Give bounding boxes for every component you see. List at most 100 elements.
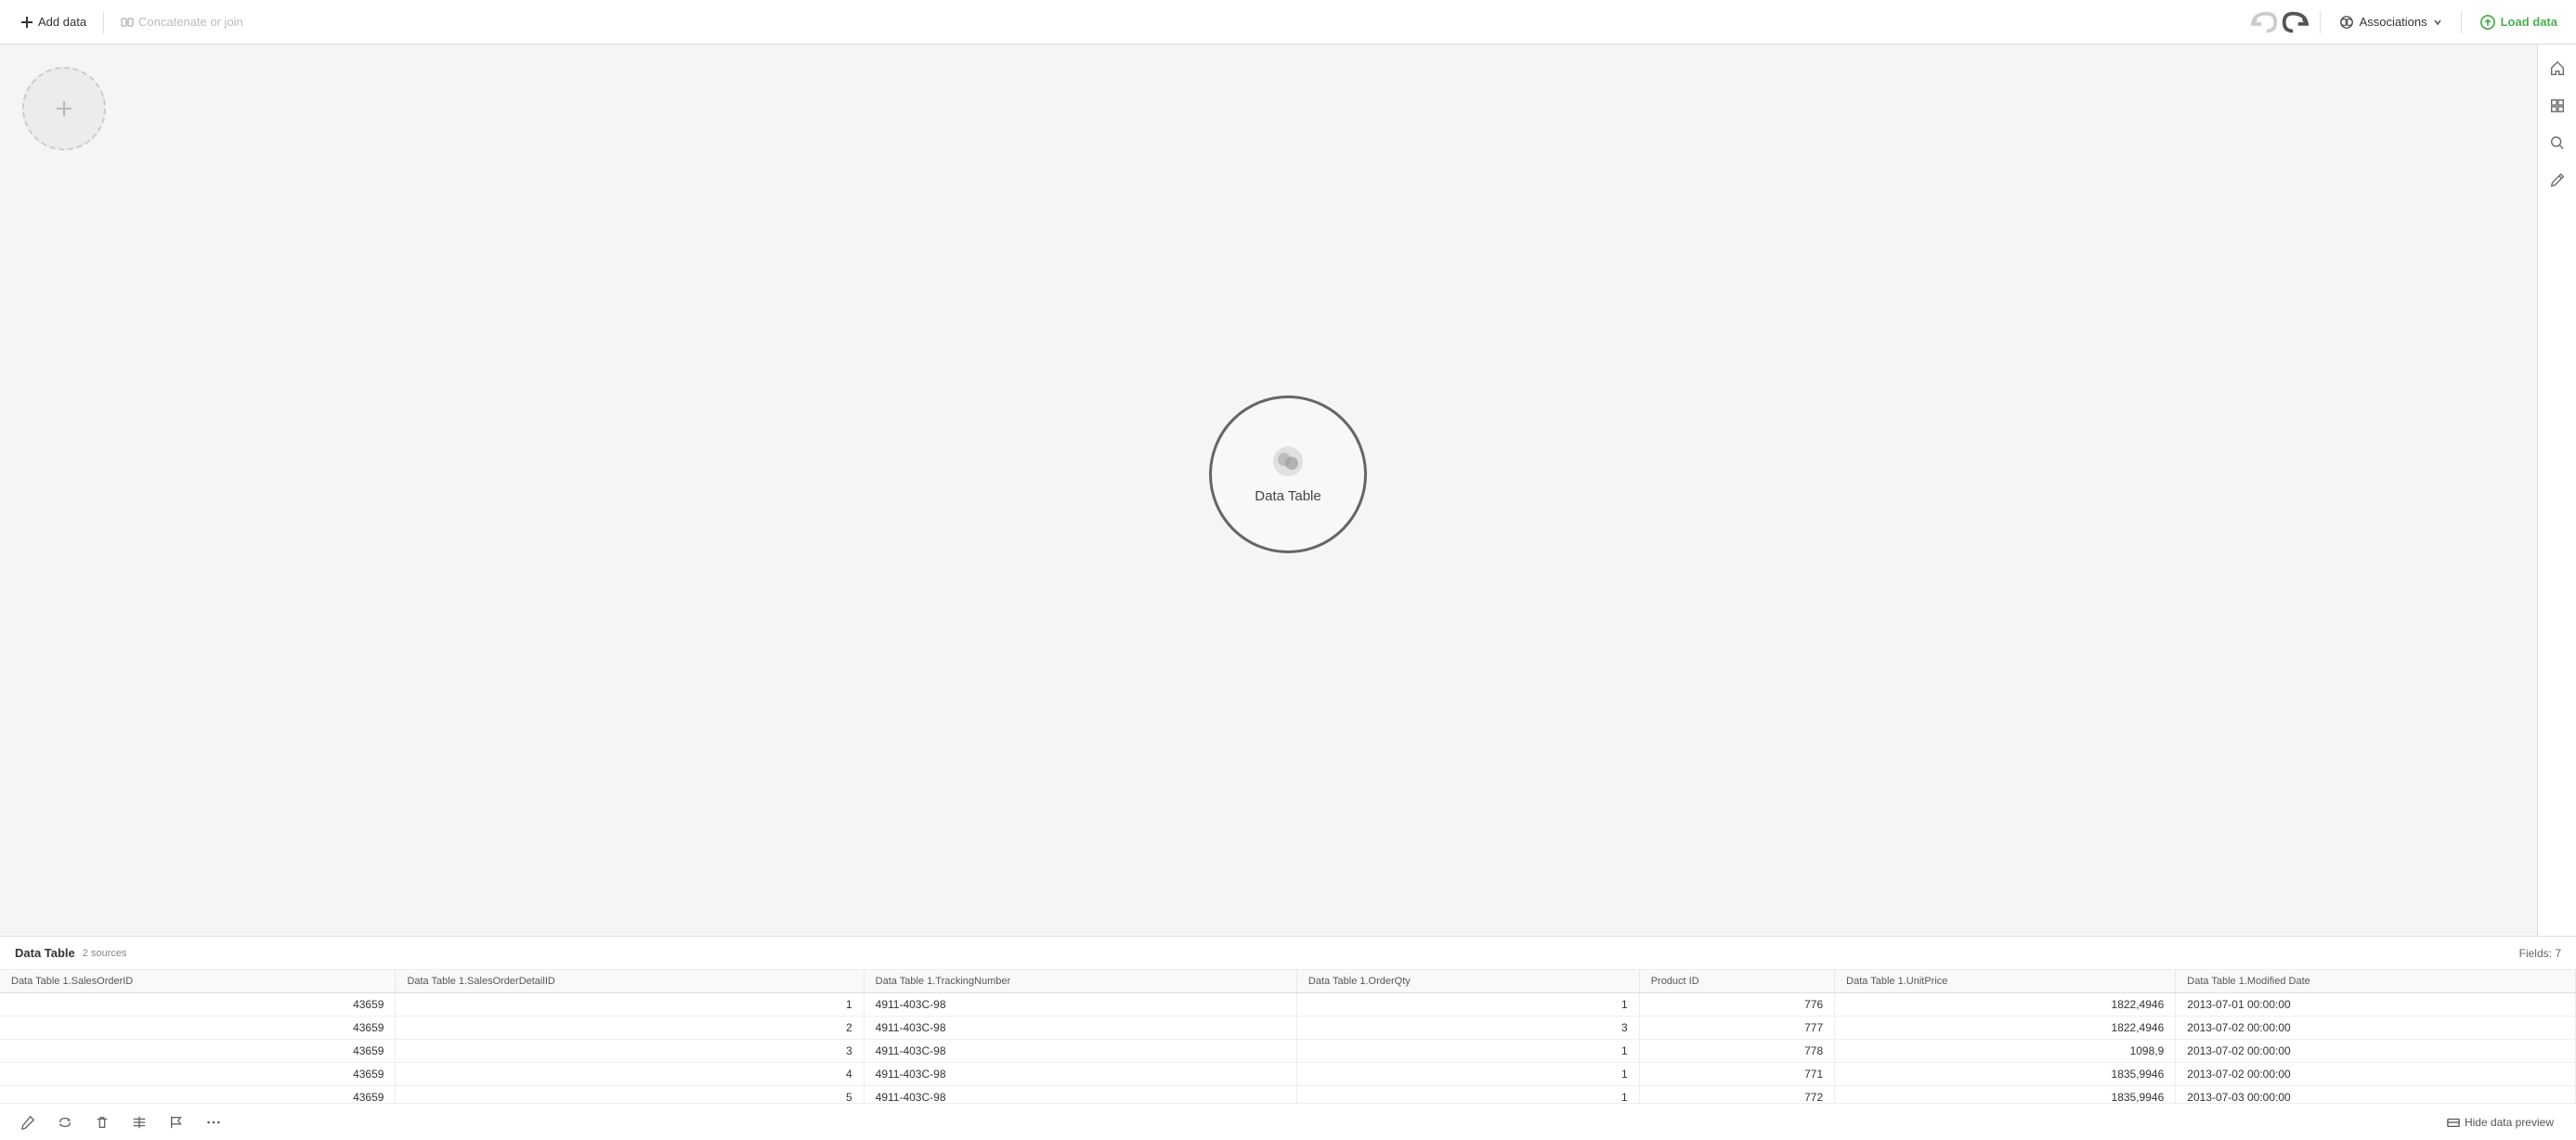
table-cell: 2013-07-01 00:00:00 <box>2176 993 2576 1017</box>
edit-tool-button[interactable] <box>15 1109 41 1135</box>
right-sidebar <box>2537 45 2576 936</box>
table-cell: 1 <box>1296 1063 1639 1086</box>
concatenate-button[interactable]: Concatenate or join <box>111 10 253 33</box>
add-data-button[interactable]: Add data <box>11 10 96 33</box>
table-cell: 2013-07-02 00:00:00 <box>2176 1017 2576 1040</box>
split-tool-button[interactable] <box>126 1109 152 1135</box>
plus-icon <box>20 16 33 29</box>
associations-label: Associations <box>2360 15 2427 29</box>
hide-preview-label: Hide data preview <box>2465 1116 2554 1129</box>
hide-preview-button[interactable]: Hide data preview <box>2439 1112 2561 1133</box>
home-sidebar-button[interactable] <box>2543 54 2572 84</box>
table-cell: 1 <box>1296 1086 1639 1104</box>
load-data-button[interactable]: Load data <box>2473 10 2565 34</box>
table-cell: 4 <box>396 1063 864 1086</box>
bottom-panel: Data Table 2 sources Fields: 7 Data Tabl… <box>0 936 2576 1140</box>
table-cell: 1822,4946 <box>1835 1017 2176 1040</box>
bottom-toolbar: Hide data preview <box>0 1103 2576 1140</box>
table-cell: 43659 <box>0 1086 396 1104</box>
load-data-label: Load data <box>2501 15 2557 29</box>
table-cell: 4911-403C-98 <box>864 993 1296 1017</box>
table-column-header: Data Table 1.SalesOrderDetailID <box>396 970 864 993</box>
flag-icon <box>169 1115 184 1130</box>
table-body: 4365914911-403C-9817761822,49462013-07-0… <box>0 993 2576 1104</box>
data-table-node-icon <box>1271 445 1305 478</box>
associations-icon <box>2339 15 2354 30</box>
grid-sidebar-button[interactable] <box>2543 91 2572 121</box>
table-row: 4365954911-403C-9817721835,99462013-07-0… <box>0 1086 2576 1104</box>
undo-redo-group <box>2251 8 2309 36</box>
table-cell: 43659 <box>0 1040 396 1063</box>
table-cell: 777 <box>1639 1017 1834 1040</box>
delete-tool-button[interactable] <box>89 1109 115 1135</box>
flag-tool-button[interactable] <box>163 1109 189 1135</box>
table-cell: 1835,9946 <box>1835 1063 2176 1086</box>
sources-badge: 2 sources <box>83 948 127 959</box>
more-tool-button[interactable] <box>201 1109 227 1135</box>
table-cell: 1 <box>1296 993 1639 1017</box>
more-icon <box>206 1115 221 1130</box>
undo-button[interactable] <box>2251 8 2279 36</box>
table-column-header: Data Table 1.TrackingNumber <box>864 970 1296 993</box>
table-cell: 5 <box>396 1086 864 1104</box>
table-cell: 2 <box>396 1017 864 1040</box>
table-cell: 43659 <box>0 1017 396 1040</box>
refresh-tool-button[interactable] <box>52 1109 78 1135</box>
top-toolbar: Add data Concatenate or join <box>0 0 2576 45</box>
grid-icon <box>2549 97 2566 114</box>
table-header-row: Data Table 1.SalesOrderIDData Table 1.Sa… <box>0 970 2576 993</box>
data-table-node[interactable]: Data Table <box>1209 395 1367 553</box>
add-data-label: Add data <box>38 15 86 29</box>
table-cell: 1822,4946 <box>1835 993 2176 1017</box>
redo-button[interactable] <box>2281 8 2309 36</box>
table-cell: 1098,9 <box>1835 1040 2176 1063</box>
table-column-header: Data Table 1.OrderQty <box>1296 970 1639 993</box>
add-circle-plus-icon <box>51 96 77 122</box>
table-cell: 43659 <box>0 993 396 1017</box>
bottom-panel-header: Data Table 2 sources Fields: 7 <box>0 937 2576 970</box>
table-cell: 778 <box>1639 1040 1834 1063</box>
table-cell: 771 <box>1639 1063 1834 1086</box>
table-cell: 2013-07-03 00:00:00 <box>2176 1086 2576 1104</box>
table-column-header: Product ID <box>1639 970 1834 993</box>
canvas-area: Data Table <box>0 45 2576 936</box>
associations-chevron-icon <box>2433 18 2442 27</box>
search-sidebar-button[interactable] <box>2543 128 2572 158</box>
hide-preview-icon <box>2447 1116 2460 1129</box>
bottom-toolbar-left <box>15 1109 227 1135</box>
pen-icon <box>2549 172 2566 188</box>
table-cell: 1835,9946 <box>1835 1086 2176 1104</box>
trash-icon <box>95 1115 110 1130</box>
table-cell: 43659 <box>0 1063 396 1086</box>
toolbar-divider <box>103 11 104 33</box>
fields-count: Fields: 7 <box>2519 947 2561 960</box>
associations-button[interactable]: Associations <box>2332 10 2450 34</box>
toolbar-divider-3 <box>2461 11 2462 33</box>
data-table-icon <box>1271 445 1305 483</box>
concatenate-label: Concatenate or join <box>138 15 243 29</box>
table-cell: 4911-403C-98 <box>864 1063 1296 1086</box>
table-row: 4365944911-403C-9817711835,99462013-07-0… <box>0 1063 2576 1086</box>
toolbar-left: Add data Concatenate or join <box>11 10 253 33</box>
undo-icon <box>2251 8 2279 36</box>
bottom-panel-title-group: Data Table 2 sources <box>15 946 126 960</box>
home-icon <box>2549 60 2566 77</box>
redo-icon <box>2281 8 2309 36</box>
toolbar-right: Associations Load data <box>2251 8 2565 36</box>
data-preview-table: Data Table 1.SalesOrderIDData Table 1.Sa… <box>0 970 2576 1103</box>
table-cell: 3 <box>396 1040 864 1063</box>
table-column-header: Data Table 1.Modified Date <box>2176 970 2576 993</box>
pen-sidebar-button[interactable] <box>2543 165 2572 195</box>
table-cell: 776 <box>1639 993 1834 1017</box>
table-column-header: Data Table 1.UnitPrice <box>1835 970 2176 993</box>
data-table-label: Data Table <box>1255 488 1321 504</box>
table-cell: 1 <box>1296 1040 1639 1063</box>
add-data-circle[interactable] <box>22 67 106 150</box>
table-header: Data Table 1.SalesOrderIDData Table 1.Sa… <box>0 970 2576 993</box>
toolbar-divider-2 <box>2320 11 2321 33</box>
table-cell: 4911-403C-98 <box>864 1086 1296 1104</box>
table-cell: 1 <box>396 993 864 1017</box>
table-cell: 2013-07-02 00:00:00 <box>2176 1063 2576 1086</box>
table-cell: 772 <box>1639 1086 1834 1104</box>
table-row: 4365914911-403C-9817761822,49462013-07-0… <box>0 993 2576 1017</box>
